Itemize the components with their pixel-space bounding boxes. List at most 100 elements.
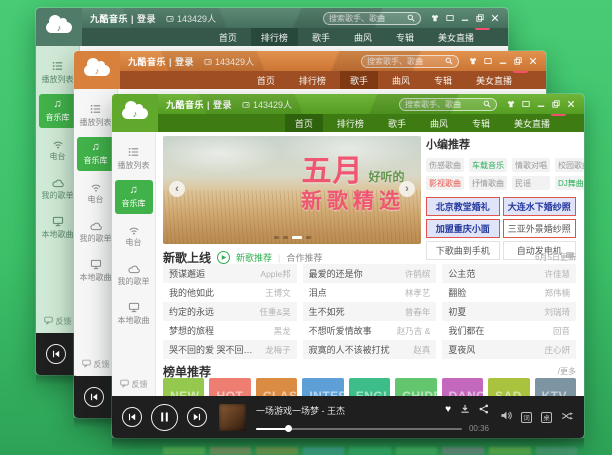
carousel-dot-active[interactable] <box>292 236 302 239</box>
maximize-icon[interactable] <box>552 100 560 108</box>
tab-partner-recommend[interactable]: 合作推荐 <box>286 251 322 264</box>
sidebar-item-library[interactable]: ♫ 音乐库 <box>77 137 115 171</box>
close-icon[interactable] <box>529 57 537 65</box>
desktop-lyrics-icon[interactable]: 桌 <box>541 412 552 423</box>
more-link[interactable]: /更多 <box>558 366 576 377</box>
previous-button[interactable] <box>46 344 66 364</box>
tab-live[interactable]: 美女直播 new <box>504 114 560 132</box>
sidebar-item-my-playlists[interactable]: 我的歌单 <box>39 172 77 206</box>
feedback-link[interactable]: 反馈 <box>74 359 117 370</box>
minimize-icon[interactable] <box>537 100 545 108</box>
maximize-icon[interactable] <box>476 14 484 22</box>
tab-albums[interactable]: 专辑 <box>462 114 500 132</box>
song-row[interactable]: 公主范许佳慧 <box>442 264 576 283</box>
tag-link[interactable]: 伤感歌曲 <box>426 158 464 172</box>
sidebar-item-local-songs[interactable]: 本地歌曲 <box>39 211 77 245</box>
chart-tile[interactable]: SAD <box>488 378 529 396</box>
song-row[interactable]: 翻脸郑伟楠 <box>442 283 576 302</box>
carousel-dot[interactable] <box>306 236 311 239</box>
sidebar-item-radio[interactable]: 电台 <box>39 133 77 167</box>
sidebar-item-playlist[interactable]: 播放列表 <box>39 55 77 89</box>
tab-new-recommend[interactable]: 新歌推荐 <box>236 251 272 264</box>
song-artist[interactable]: 曾春年 <box>405 306 431 318</box>
sidebar-item-playlist[interactable]: 播放列表 <box>115 141 153 175</box>
play-all-icon[interactable]: ▶ <box>217 251 230 264</box>
skin-icon[interactable] <box>469 57 477 65</box>
song-artist[interactable]: 王博文 <box>265 287 291 299</box>
chart-tile[interactable]: NEW <box>163 378 204 396</box>
song-artist[interactable]: 许佳慧 <box>544 268 570 280</box>
search-icon[interactable] <box>445 57 453 65</box>
titlebar[interactable]: ♪ 九酷音乐 | 登录 143429人 <box>74 51 546 71</box>
share-icon[interactable] <box>479 401 489 419</box>
song-row[interactable]: 泪点林孝艺 <box>303 283 437 302</box>
song-artist[interactable]: 龙梅子 <box>265 344 291 356</box>
ad-link[interactable]: 加盟重庆小面 <box>426 219 500 238</box>
song-artist[interactable]: 刘瑞琦 <box>544 306 570 318</box>
carousel-dot[interactable] <box>274 236 279 239</box>
tag-link[interactable]: 影视歌曲 <box>426 176 464 190</box>
song-artist[interactable]: 林孝艺 <box>405 287 431 299</box>
tab-rankings[interactable]: 排行榜 <box>251 28 298 46</box>
now-playing-title[interactable]: 一场游戏一场梦 - 王杰 <box>256 404 345 417</box>
song-row[interactable]: 约定的永远任重&吴 <box>163 302 297 321</box>
tab-live[interactable]: 美女直播 new <box>428 28 484 46</box>
lyrics-icon[interactable]: 词 <box>521 412 532 423</box>
chart-tile[interactable]: CLASSIC <box>256 378 297 396</box>
tab-live[interactable]: 美女直播 new <box>466 71 522 89</box>
sidebar-item-radio[interactable]: 电台 <box>115 219 153 253</box>
tab-home[interactable]: 首页 <box>209 28 247 46</box>
search-box[interactable] <box>323 12 421 25</box>
song-row[interactable]: 夏夜风庄心妍 <box>442 340 576 359</box>
previous-button[interactable] <box>84 387 104 407</box>
song-artist[interactable]: 郑伟楠 <box>544 287 570 299</box>
close-icon[interactable] <box>491 14 499 22</box>
maximize-icon[interactable] <box>514 57 522 65</box>
song-row[interactable]: 生不如死曾春年 <box>303 302 437 321</box>
song-row[interactable]: 哭不回的爱 哭不回的你龙梅子 <box>163 340 297 359</box>
song-artist[interactable]: 任重&吴 <box>259 306 290 318</box>
tab-home[interactable]: 首页 <box>247 71 285 89</box>
sidebar-item-playlist[interactable]: 播放列表 <box>77 98 115 132</box>
tag-link[interactable]: 车载音乐 <box>469 158 507 172</box>
ad-link[interactable]: 三亚外景婚纱照 <box>503 219 577 238</box>
song-row[interactable]: 初夏刘瑞琦 <box>442 302 576 321</box>
chart-tile[interactable]: KTV <box>535 378 576 396</box>
sidebar-item-my-playlists[interactable]: 我的歌单 <box>115 258 153 292</box>
search-input[interactable] <box>405 100 483 109</box>
sidebar-item-my-playlists[interactable]: 我的歌单 <box>77 215 115 249</box>
tab-albums[interactable]: 专辑 <box>386 28 424 46</box>
chart-tile[interactable]: INTERNET <box>302 378 343 396</box>
shuffle-icon[interactable] <box>561 408 574 426</box>
tab-singers[interactable]: 歌手 <box>302 28 340 46</box>
feedback-link[interactable]: 反馈 <box>112 379 155 390</box>
search-box[interactable] <box>399 98 497 111</box>
carousel-dot[interactable] <box>283 236 288 239</box>
search-icon[interactable] <box>483 100 491 108</box>
progress-knob[interactable] <box>285 425 292 432</box>
search-input[interactable] <box>329 14 407 23</box>
minimize-icon[interactable] <box>499 57 507 65</box>
chart-tile[interactable]: HOT <box>209 378 250 396</box>
carousel-prev-icon[interactable]: ‹ <box>169 181 185 197</box>
tab-genres[interactable]: 曲风 <box>344 28 382 46</box>
sidebar-item-library[interactable]: ♫ 音乐库 <box>39 94 77 128</box>
album-art[interactable] <box>219 404 246 431</box>
chart-tile[interactable]: ENGLISH <box>349 378 390 396</box>
sidebar-item-local-songs[interactable]: 本地歌曲 <box>77 254 115 288</box>
tab-home[interactable]: 首页 <box>285 114 323 132</box>
tag-link[interactable]: 情歌对唱 <box>512 158 550 172</box>
titlebar[interactable]: ♪ 九酷音乐 | 登录 143429人 <box>36 8 508 28</box>
mini-mode-icon[interactable] <box>522 100 530 108</box>
search-box[interactable] <box>361 55 459 68</box>
chart-tile[interactable]: CHIDRENS <box>395 378 436 396</box>
song-artist[interactable]: 黑龙 <box>274 325 291 337</box>
skin-icon[interactable] <box>431 14 439 22</box>
song-artist[interactable]: 回音 <box>553 325 570 337</box>
banner-carousel[interactable]: 五月好听的 新歌精选 ‹ › <box>163 136 421 244</box>
next-button[interactable] <box>187 407 207 427</box>
tab-genres[interactable]: 曲风 <box>382 71 420 89</box>
tag-link[interactable]: DJ舞曲 <box>555 176 584 190</box>
song-row[interactable]: 预谋邂逅Apple邦 <box>163 264 297 283</box>
music-app-window-front[interactable]: ♪ 九酷音乐 | 登录 143429人 首页 排行榜 歌手 曲 <box>112 94 584 438</box>
